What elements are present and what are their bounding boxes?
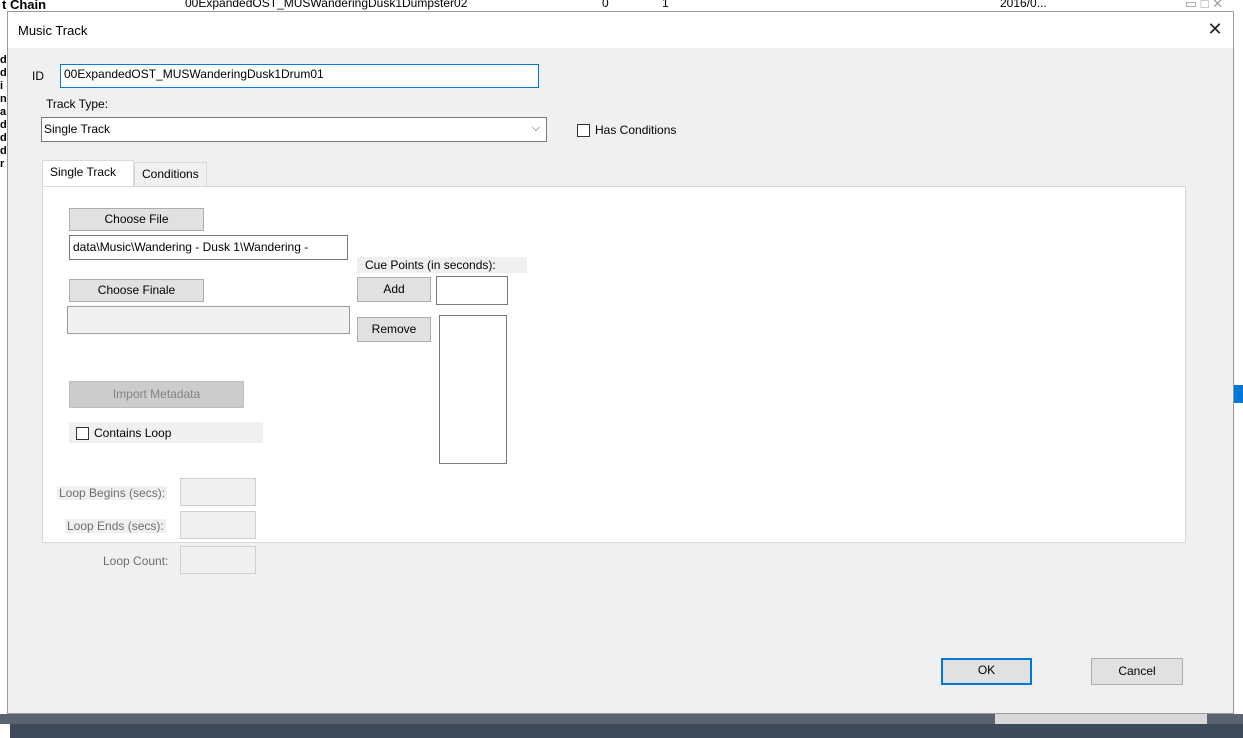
loop-begins-label: Loop Begins (secs): [57, 486, 168, 500]
background-row-name: 00ExpandedOST_MUSWanderingDusk1Dumpster0… [185, 0, 468, 10]
background-right-strip [1234, 0, 1243, 724]
loop-ends-field[interactable] [180, 511, 256, 539]
track-type-select[interactable]: Single Track ⌵ [41, 117, 547, 142]
dialog-titlebar: Music Track ✕ [8, 12, 1233, 48]
track-type-value: Single Track [44, 122, 111, 136]
loop-begins-field[interactable] [180, 478, 256, 506]
choose-file-button[interactable]: Choose File [69, 208, 204, 231]
ok-button[interactable]: OK [941, 658, 1032, 685]
background-row-date: 2016/0... [1000, 0, 1047, 10]
id-field[interactable]: 00ExpandedOST_MUSWanderingDusk1Drum01 [60, 64, 539, 88]
loop-ends-label: Loop Ends (secs): [65, 519, 166, 533]
finale-path-field[interactable] [67, 306, 350, 334]
background-scroll-indicator [1234, 385, 1243, 403]
contains-loop-checkbox[interactable]: Contains Loop [76, 426, 171, 440]
cue-points-label: Cue Points (in seconds): [357, 257, 527, 273]
contains-loop-label: Contains Loop [94, 426, 172, 440]
track-type-label: Track Type: [46, 97, 109, 111]
cue-point-input[interactable] [436, 276, 508, 305]
choose-finale-button[interactable]: Choose Finale [69, 279, 204, 302]
remove-cue-button[interactable]: Remove [357, 317, 431, 342]
dialog-title: Music Track [18, 23, 88, 38]
background-table-row[interactable]: 00ExpandedOST_MUSWanderingDusk1Dumpster0… [160, 0, 1160, 10]
has-conditions-label: Has Conditions [595, 123, 677, 137]
has-conditions-box[interactable] [577, 123, 590, 137]
chevron-down-icon: ⌵ [531, 122, 540, 134]
add-cue-button[interactable]: Add [357, 277, 431, 302]
contains-loop-box[interactable] [76, 426, 89, 440]
import-metadata-button[interactable]: Import Metadata [69, 381, 244, 408]
close-icon[interactable]: ✕ [1203, 17, 1227, 41]
cancel-button[interactable]: Cancel [1091, 658, 1183, 685]
background-row-col3: 1 [662, 0, 669, 10]
tab-conditions[interactable]: Conditions [134, 162, 207, 186]
background-row-col2: 0 [602, 0, 609, 10]
loop-count-label: Loop Count: [103, 554, 169, 568]
tab-single-track[interactable]: Single Track [42, 160, 134, 186]
id-label: ID [32, 69, 44, 83]
music-track-dialog: Music Track ✕ ID 00ExpandedOST_MUSWander… [7, 11, 1234, 714]
loop-count-field[interactable] [180, 546, 256, 574]
background-taskbar [0, 714, 1243, 724]
file-path-field[interactable]: data\Music\Wandering - Dusk 1\Wandering … [69, 235, 348, 260]
has-conditions-checkbox[interactable]: Has Conditions [577, 123, 676, 137]
cue-points-list[interactable] [439, 315, 507, 464]
